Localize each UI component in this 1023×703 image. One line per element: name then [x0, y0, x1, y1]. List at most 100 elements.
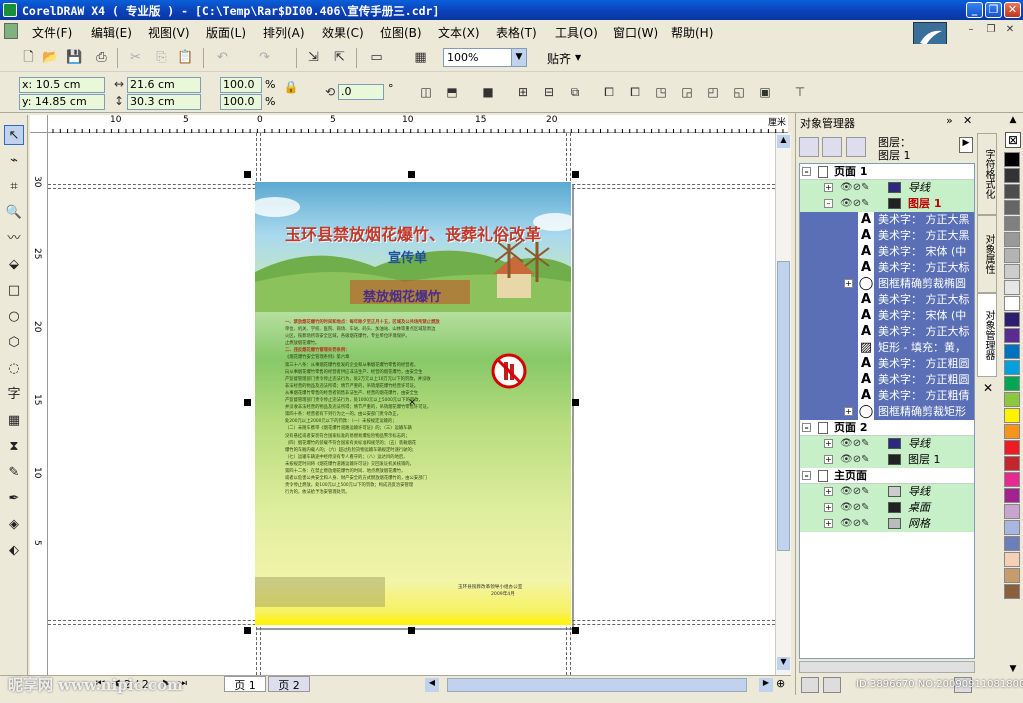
palette-swatch[interactable]: [1004, 216, 1020, 231]
selection-handle[interactable]: [408, 171, 415, 178]
save-icon[interactable]: 💾: [66, 49, 83, 66]
tree-page-item[interactable]: – 主页面: [800, 468, 974, 484]
palette-swatch[interactable]: [1004, 232, 1020, 247]
ellipse-tool-icon[interactable]: ○: [4, 307, 24, 327]
tab-object-manager[interactable]: 对象管理器: [977, 293, 997, 377]
layer-color-swatch[interactable]: [888, 438, 901, 449]
page-tab-2[interactable]: 页 2: [268, 676, 310, 692]
tree-layer-item[interactable]: + 👁⊘✎ 导线: [800, 484, 974, 500]
scale-y-field[interactable]: 100.0: [220, 94, 262, 110]
outline-pen-icon[interactable]: ✒: [4, 489, 24, 509]
tree-object-item[interactable]: + ◯ 图框精确剪裁矩形: [800, 404, 974, 420]
selection-handle[interactable]: [244, 171, 251, 178]
cut-icon[interactable]: ✂: [127, 49, 144, 66]
horizontal-ruler[interactable]: 10 5 0 5 10 15 20 厘米: [48, 115, 788, 133]
palette-swatch[interactable]: [1004, 264, 1020, 279]
palette-swatch[interactable]: [1004, 424, 1020, 439]
application-launcher-icon[interactable]: ▭: [368, 49, 385, 66]
palette-swatch[interactable]: [1004, 184, 1020, 199]
palette-swatch[interactable]: [1004, 392, 1020, 407]
tree-horizontal-scrollbar[interactable]: [799, 661, 975, 673]
layer-color-swatch[interactable]: [888, 502, 901, 513]
palette-swatch[interactable]: [1004, 152, 1020, 167]
tree-layer-item[interactable]: + 👁⊘✎ 导线: [800, 180, 974, 196]
freehand-tool-icon[interactable]: 〰: [4, 229, 24, 249]
layer-color-swatch[interactable]: [888, 454, 901, 465]
layer-color-swatch[interactable]: [888, 182, 901, 193]
palette-swatch[interactable]: [1004, 472, 1020, 487]
selection-handle[interactable]: [408, 627, 415, 634]
palette-swatch[interactable]: [1004, 584, 1020, 599]
palette-swatch[interactable]: [1004, 504, 1020, 519]
chevron-down-icon[interactable]: ▼: [575, 53, 581, 62]
document-icon[interactable]: [4, 23, 18, 39]
docker-close-icon[interactable]: ✕: [963, 114, 972, 127]
create-boundary-icon[interactable]: ▣: [757, 84, 773, 100]
tree-layer-item[interactable]: + 👁⊘✎ 导线: [800, 436, 974, 452]
scroll-down-button[interactable]: ▼: [777, 657, 790, 670]
eyedropper-icon[interactable]: ✎: [4, 463, 24, 483]
new-icon[interactable]: 🗋: [20, 49, 37, 66]
crop-tool-icon[interactable]: ⌗: [4, 177, 24, 197]
expand-toggle-icon[interactable]: +: [824, 519, 833, 528]
navigator-icon[interactable]: ⊕: [776, 677, 785, 690]
scroll-right-button[interactable]: ▶: [759, 678, 773, 692]
tree-page-item[interactable]: – 页面 1: [800, 164, 974, 180]
palette-scroll-up-icon[interactable]: ▲: [1006, 115, 1020, 129]
simplify-icon[interactable]: ◲: [679, 84, 695, 100]
tree-layer-item[interactable]: – 👁⊘✎ 图层 1: [800, 196, 974, 212]
align-distribute-icon[interactable]: ⊤: [792, 84, 808, 100]
palette-swatch[interactable]: [1004, 248, 1020, 263]
smart-fill-icon[interactable]: ⬙: [4, 255, 24, 275]
doc-minimize-button[interactable]: –: [965, 25, 977, 36]
close-icon[interactable]: ✕: [977, 381, 999, 395]
basic-shapes-icon[interactable]: ◌: [4, 359, 24, 379]
layer-visibility-icons[interactable]: 👁⊘✎: [840, 452, 869, 468]
palette-swatch[interactable]: [1004, 440, 1020, 455]
selection-handle[interactable]: [244, 627, 251, 634]
redo-icon[interactable]: ↷: [256, 49, 273, 66]
expand-toggle-icon[interactable]: +: [824, 455, 833, 464]
polygon-tool-icon[interactable]: ⬡: [4, 333, 24, 353]
combine-icon[interactable]: ⧉: [567, 84, 583, 100]
chevron-down-icon[interactable]: ▼: [511, 49, 526, 66]
close-button[interactable]: ✕: [1004, 2, 1021, 18]
coreldraw-app-icon[interactable]: [3, 3, 17, 17]
object-tree[interactable]: – 页面 1 + 👁⊘✎ 导线 – 👁⊘✎ 图层 1 A 美术字： 方正大黑 A 美术字： 方正大黑 A…: [799, 163, 975, 659]
menu-file[interactable]: 文件(F): [32, 24, 72, 41]
palette-swatch[interactable]: [1004, 568, 1020, 583]
menu-arrange[interactable]: 排列(A): [263, 24, 305, 41]
layer-visibility-icons[interactable]: 👁⊘✎: [840, 484, 869, 500]
back-minus-front-icon[interactable]: ◱: [731, 84, 747, 100]
intersect-icon[interactable]: ◳: [653, 84, 669, 100]
expand-toggle-icon[interactable]: –: [824, 199, 833, 208]
palette-swatch[interactable]: [1004, 520, 1020, 535]
palette-swatch[interactable]: [1004, 328, 1020, 343]
palette-swatch[interactable]: [1004, 344, 1020, 359]
layer-visibility-icons[interactable]: 👁⊘✎: [840, 196, 869, 212]
zoom-tool-icon[interactable]: 🔍: [4, 203, 24, 223]
menu-effects[interactable]: 效果(C): [322, 24, 364, 41]
doc-restore-button[interactable]: ❐: [985, 25, 997, 36]
tree-object-item[interactable]: A 美术字： 方正大黑: [800, 228, 974, 244]
trim-icon[interactable]: ⧠: [627, 84, 643, 100]
palette-swatch[interactable]: [1004, 312, 1020, 327]
layer-visibility-icons[interactable]: 👁⊘✎: [840, 436, 869, 452]
new-layer-icon[interactable]: [801, 677, 819, 693]
new-master-layer-icon[interactable]: [823, 677, 841, 693]
menu-bitmaps[interactable]: 位图(B): [380, 24, 422, 41]
welcome-screen-icon[interactable]: ▦: [412, 49, 429, 66]
tree-layer-item[interactable]: + 👁⊘✎ 桌面: [800, 500, 974, 516]
maximize-button[interactable]: ❐: [985, 2, 1002, 18]
front-minus-back-icon[interactable]: ◰: [705, 84, 721, 100]
palette-swatch[interactable]: [1004, 376, 1020, 391]
expand-toggle-icon[interactable]: +: [844, 407, 853, 416]
menu-tools[interactable]: 工具(O): [555, 24, 598, 41]
docker-expand-icon[interactable]: »: [946, 114, 953, 127]
palette-swatch[interactable]: [1004, 168, 1020, 183]
ruler-origin[interactable]: [30, 115, 48, 133]
expand-toggle-icon[interactable]: +: [824, 503, 833, 512]
tree-object-item[interactable]: A 美术字： 方正大黑: [800, 212, 974, 228]
tree-object-item[interactable]: A 美术字： 宋体 (中: [800, 308, 974, 324]
page-tab-1[interactable]: 页 1: [224, 676, 266, 692]
